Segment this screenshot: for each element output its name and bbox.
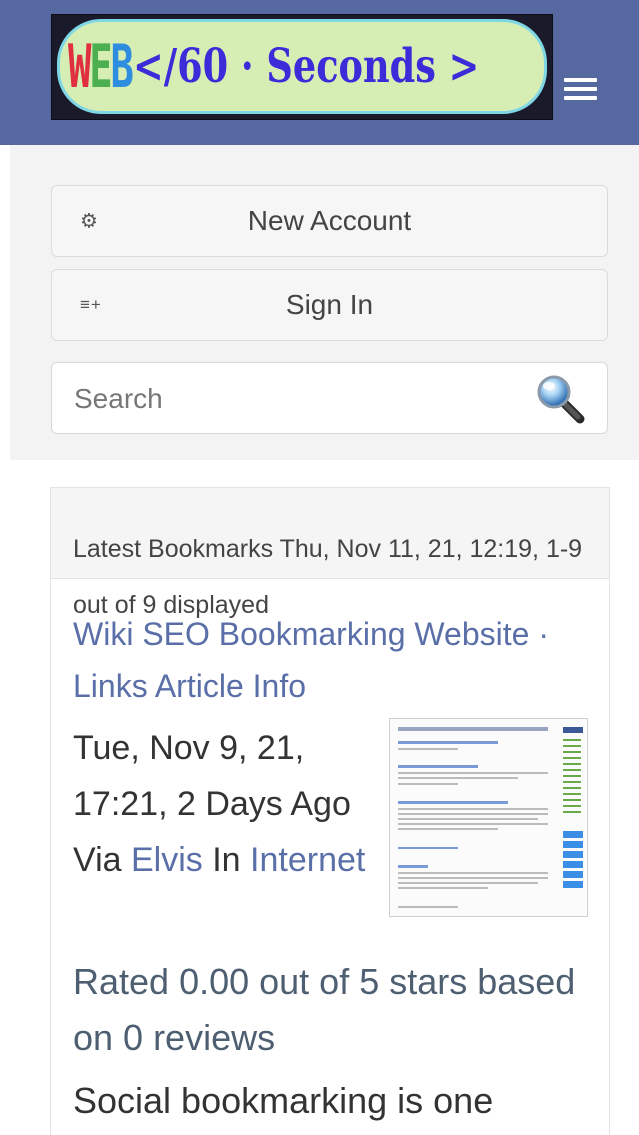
magnifier-icon[interactable]: [532, 371, 588, 427]
bookmark-meta: Tue, Nov 9, 21, 17:21, 2 Days Ago Via El…: [73, 720, 373, 888]
hamburger-menu-icon[interactable]: [564, 78, 597, 102]
list-add-icon: ≡+: [80, 295, 102, 314]
gear-icon: ⚙: [80, 210, 98, 233]
search-input[interactable]: [72, 377, 516, 421]
bookmark-rating: Rated 0.00 out of 5 stars based on 0 rev…: [73, 961, 576, 1058]
new-account-button[interactable]: ⚙ New Account: [51, 185, 608, 257]
search-box: [51, 362, 608, 434]
sign-in-button[interactable]: ≡+ Sign In: [51, 269, 608, 341]
top-navbar: WEB </60 · Seconds >: [0, 0, 639, 145]
new-account-label: New Account: [247, 205, 412, 236]
bookmark-in-text: In: [202, 841, 251, 879]
site-logo[interactable]: WEB </60 · Seconds >: [51, 14, 553, 120]
account-panel: ⚙ New Account ≡+ Sign In: [10, 145, 639, 460]
bookmark-thumbnail[interactable]: [389, 718, 588, 917]
bookmark-title-link[interactable]: Wiki SEO Bookmarking Website · Links Art…: [73, 608, 593, 712]
logo-badge: WEB </60 · Seconds >: [57, 19, 547, 114]
bookmark-category-link[interactable]: Internet: [250, 841, 365, 879]
bookmark-author-link[interactable]: Elvis: [131, 841, 203, 879]
bookmarks-card: Latest Bookmarks Thu, Nov 11, 21, 12:19,…: [50, 487, 610, 1135]
sign-in-label: Sign In: [285, 289, 374, 320]
logo-web-text: WEB: [68, 31, 134, 102]
bookmark-excerpt: Social bookmarking is one: [73, 1080, 494, 1121]
logo-seconds-text: </60 · Seconds >: [132, 39, 479, 94]
